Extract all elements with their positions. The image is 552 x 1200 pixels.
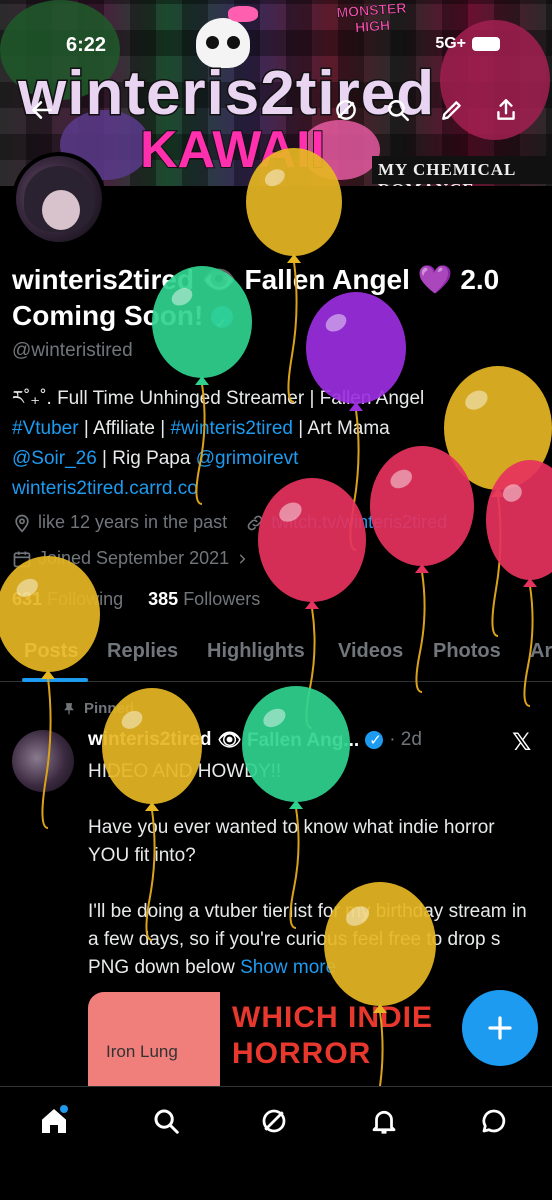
pin-icon [64,702,74,714]
hashtag-link[interactable]: #winteris2tired [170,418,293,439]
network-label: 5G+ [435,35,466,52]
location-text: like 12 years in the past [38,512,228,532]
status-time: 6:22 [66,34,107,56]
post-author-name[interactable]: winteris2tired [88,729,212,751]
avatar-art [42,190,80,230]
share-button[interactable] [490,94,522,126]
bio-text: | Art Mama [292,418,390,439]
plus-icon [488,1016,512,1040]
link-icon [247,515,263,530]
verified-badge-icon[interactable] [211,306,234,342]
post-timestamp[interactable]: · 2d [389,729,422,751]
grok-button[interactable] [330,94,362,126]
following-count: 631 [12,589,43,609]
tab-articles[interactable]: Ar [530,640,552,663]
tab-replies[interactable]: Replies [107,640,178,663]
x-logo-icon: 𝕏 [512,729,532,756]
search-icon [154,1109,179,1134]
back-arrow-icon [32,101,52,119]
following-stat[interactable]: 631 Following [12,589,123,609]
profile-avatar[interactable] [12,152,106,246]
media-left-panel: Iron Lung [88,992,220,1092]
verified-badge-icon [365,731,384,749]
followers-count: 385 [148,589,179,609]
post-text: HIDEO AND HOWDY!! Have you ever wanted t… [88,761,527,978]
pinned-label: Pinned [62,700,134,717]
hashtag-link[interactable]: #Vtuber [12,418,79,439]
nav-explore[interactable] [146,1101,186,1141]
bio-text: ར˚₊˚. Full Time Unhinged Streamer | Fall… [12,388,425,409]
bottom-navigation [0,1086,552,1200]
media-title-line: WHICH INDIE [232,1001,433,1034]
calendar-icon [13,551,31,567]
battery-icon [472,37,500,51]
followers-label: Followers [183,589,261,609]
following-label: Following [47,589,124,609]
post-header: winteris2tired 👁 Fallen Ang... · 2d [88,728,528,752]
share-icon [497,99,515,120]
profile-meta-joined[interactable]: Joined September 2021 [12,548,249,569]
profile-meta-location: like 12 years in the past twitch.tv/wint… [12,512,447,533]
profile-handle: @winteristired [12,340,133,361]
bow-art [228,6,258,22]
back-button[interactable] [26,94,58,126]
status-indicators: 5G+ [435,35,500,53]
pinned-text: Pinned [84,700,135,717]
tab-posts[interactable]: Posts [24,640,78,663]
joined-text: Joined September 2021 [38,548,230,568]
chat-bubble-icon [482,1109,506,1133]
post-author-name-suffix[interactable]: 👁 Fallen Ang... [218,728,360,752]
show-more-link[interactable]: Show more [240,957,336,978]
post-author-avatar[interactable] [12,730,74,792]
tab-videos[interactable]: Videos [338,640,403,663]
bell-icon [372,1110,396,1134]
nav-grok[interactable] [254,1101,294,1141]
search-icon [388,100,410,122]
grok-icon [336,100,356,120]
media-title-text: WHICH INDIE HORROR [232,1000,433,1072]
bio-text: | Rig Papa [96,448,196,469]
compose-button[interactable] [462,990,538,1066]
nav-notifications[interactable] [364,1101,404,1141]
tab-photos[interactable]: Photos [433,640,501,663]
search-button[interactable] [382,94,414,126]
bio-text: | Affiliate | [78,418,171,439]
nav-home[interactable] [34,1101,74,1141]
chevron-right-icon [239,553,246,564]
nav-messages[interactable] [474,1101,514,1141]
followers-stat[interactable]: 385 Followers [148,589,260,609]
pencil-icon [442,101,461,120]
notification-dot [60,1105,68,1113]
mention-link[interactable]: @grimoirevt [196,448,299,469]
follow-stats: 631 Following 385 Followers [12,589,260,610]
kawaii-art-text: KAWAII [139,120,326,180]
profile-display-name: winteris2tired 👁️ Fallen Angel 💜 2.0 Com… [12,262,532,342]
twitch-link[interactable]: twitch.tv/winteris2tired [271,512,447,533]
profile-bio: ར˚₊˚. Full Time Unhinged Streamer | Fall… [12,384,542,504]
banner-username-art: winteris2tired [16,58,436,130]
post-body[interactable]: HIDEO AND HOWDY!! Have you ever wanted t… [88,758,528,982]
location-pin-icon [15,514,29,533]
mcr-logo-art: MY CHEMICAL ROMANCE [372,156,552,186]
display-name-text: winteris2tired 👁️ Fallen Angel 💜 2.0 Com… [12,264,500,331]
media-title-line: HORROR [232,1037,372,1070]
profile-tabs: Posts Replies Highlights Videos Photos A… [0,628,552,682]
media-left-label: Iron Lung [106,1042,178,1061]
website-link[interactable]: winteris2tired.carrd.co [12,478,198,499]
active-tab-indicator [22,678,88,682]
mention-link[interactable]: @Soir_26 [12,448,97,469]
edit-button[interactable] [436,94,468,126]
tab-highlights[interactable]: Highlights [207,640,305,663]
grok-icon [262,1109,286,1133]
status-bar: 6:22 5G+ [0,32,552,60]
